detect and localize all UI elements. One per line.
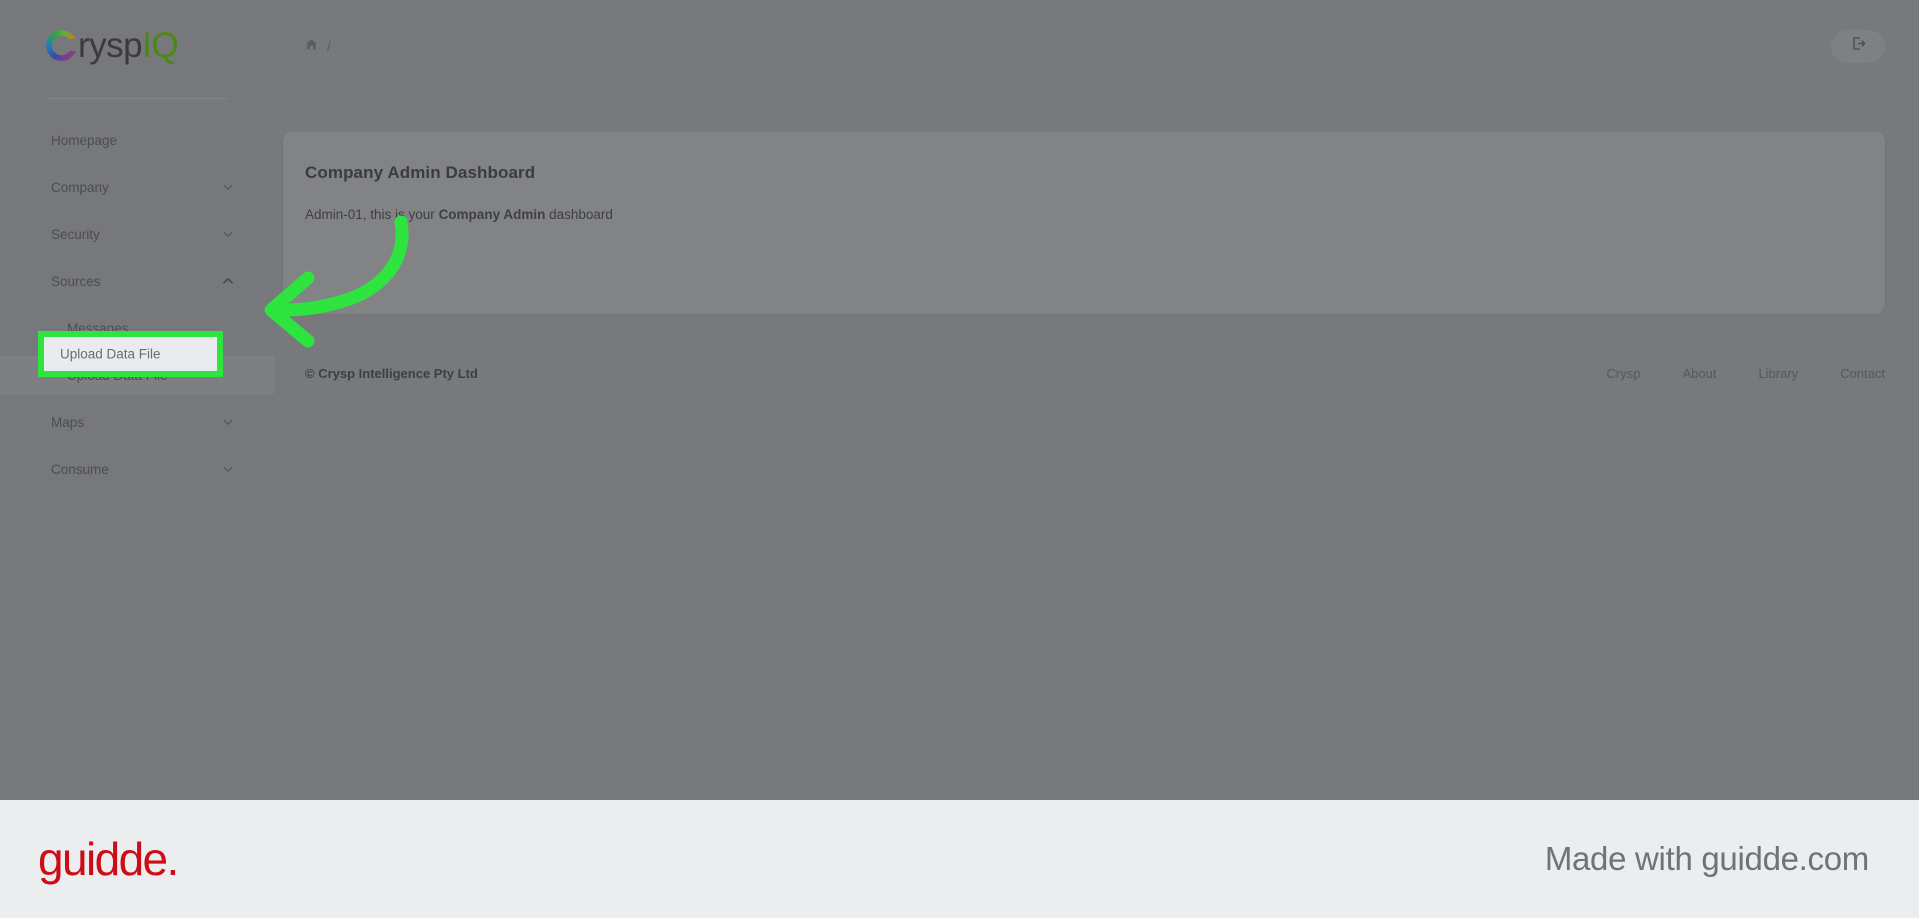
- logout-icon: [1850, 35, 1867, 57]
- sidebar-item-sources[interactable]: Sources: [0, 262, 274, 300]
- highlight-label: Upload Data File: [60, 346, 161, 362]
- sidebar-item-label: Sources: [51, 273, 101, 289]
- sidebar: rysp IQ Homepage Company Security Source…: [0, 0, 274, 800]
- footer-link-library[interactable]: Library: [1758, 366, 1798, 381]
- greeting-prefix: Admin-01, this is your: [305, 207, 439, 222]
- logo-text-green: IQ: [142, 25, 179, 65]
- chevron-down-icon: [222, 181, 234, 193]
- home-icon[interactable]: [305, 38, 318, 54]
- greeting-suffix: dashboard: [545, 207, 613, 222]
- footer-link-contact[interactable]: Contact: [1840, 366, 1885, 381]
- highlight-box[interactable]: Upload Data File: [38, 331, 223, 377]
- footer-links: Crysp About Library Contact: [1607, 366, 1886, 381]
- footer-link-about[interactable]: About: [1682, 366, 1716, 381]
- page-footer: © Crysp Intelligence Pty Ltd Crysp About…: [274, 350, 1919, 396]
- footer-link-crysp[interactable]: Crysp: [1607, 366, 1641, 381]
- logo-text-dark: rysp: [78, 25, 143, 65]
- sidebar-item-label: Company: [51, 179, 109, 195]
- page-title: Company Admin Dashboard: [305, 163, 536, 182]
- chevron-down-icon: [222, 228, 234, 240]
- crysp-circle-icon: [46, 29, 78, 61]
- sidebar-divider: [46, 98, 228, 99]
- app-logo[interactable]: rysp IQ: [0, 0, 274, 90]
- dashboard-card: Company Admin Dashboard Admin-01, this i…: [283, 132, 1885, 314]
- breadcrumb: /: [305, 38, 331, 54]
- sidebar-item-consume[interactable]: Consume: [0, 450, 274, 488]
- screenshot-root: rysp IQ Homepage Company Security Source…: [0, 0, 1919, 918]
- sidebar-item-maps[interactable]: Maps: [0, 403, 274, 441]
- sidebar-item-label: Homepage: [51, 132, 118, 148]
- breadcrumb-separator: /: [327, 38, 331, 54]
- greeting-role: Company Admin: [438, 207, 546, 222]
- guidde-tagline: Made with guidde.com: [1544, 840, 1869, 877]
- logout-button[interactable]: [1831, 29, 1885, 63]
- main-content: Company Admin Dashboard Admin-01, this i…: [274, 92, 1919, 800]
- sidebar-item-company[interactable]: Company: [0, 168, 274, 206]
- chevron-down-icon: [222, 463, 234, 475]
- chevron-down-icon: [222, 416, 234, 428]
- sidebar-item-security[interactable]: Security: [0, 215, 274, 253]
- sidebar-nav: Homepage Company Security Sources Messag…: [0, 121, 274, 488]
- guidde-footer-bar: guidde. Made with guidde.com: [0, 800, 1919, 918]
- topbar: /: [274, 0, 1919, 92]
- dashboard-greeting: Admin-01, this is your Company Admin das…: [305, 207, 1885, 222]
- sidebar-item-label: Maps: [51, 414, 85, 430]
- app-surface: rysp IQ Homepage Company Security Source…: [0, 0, 1919, 800]
- copyright-text: © Crysp Intelligence Pty Ltd: [305, 365, 478, 381]
- chevron-up-icon: [222, 275, 234, 287]
- sidebar-item-label: Security: [51, 226, 100, 242]
- sidebar-item-homepage[interactable]: Homepage: [0, 121, 274, 159]
- sidebar-item-label: Consume: [51, 461, 109, 477]
- guidde-logo: guidde.: [38, 833, 179, 885]
